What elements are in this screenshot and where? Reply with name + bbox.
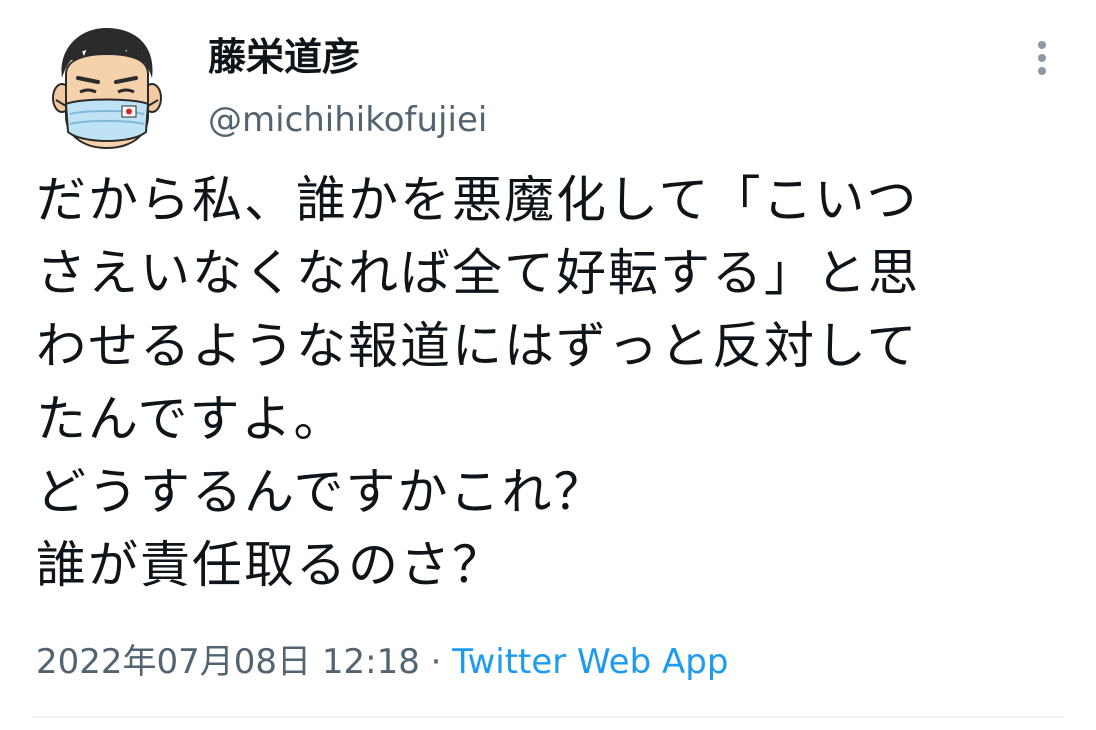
tweet-text: だから私、誰かを悪魔化して「こいつ さえいなくなれば全て好転する」と思 わせるよ…: [36, 164, 1066, 602]
tweet-text-line: 誰が責任取るのさ？: [36, 536, 504, 594]
more-vertical-icon: [1038, 41, 1046, 75]
tweet-text-line: さえいなくなれば全て好転する」と思: [36, 244, 920, 302]
tweet-text-line: どうするんですかこれ？: [36, 463, 606, 521]
tweet-text-line: だから私、誰かを悪魔化して「こいつ: [36, 171, 919, 229]
tweet-timestamp[interactable]: 2022年07月08日 12:18: [36, 642, 420, 682]
author-display-name[interactable]: 藤栄道彦: [208, 34, 360, 80]
divider: [32, 716, 1064, 718]
more-options-button[interactable]: [1020, 36, 1064, 80]
avatar[interactable]: [40, 20, 174, 154]
tweet-metadata: 2022年07月08日 12:18 · Twitter Web App: [36, 638, 728, 686]
tweet: 藤栄道彦 @michihikofujiei だから私、誰かを悪魔化して「こいつ …: [0, 0, 1096, 730]
tweet-text-line: たんですよ。: [36, 390, 346, 448]
tweet-text-line: わせるような報道にはずっと反対して: [36, 317, 919, 375]
author-handle[interactable]: @michihikofujiei: [208, 98, 487, 142]
meta-separator: ·: [419, 642, 453, 682]
cartoon-avatar-masked-man-icon: [40, 20, 174, 154]
tweet-source-link[interactable]: Twitter Web App: [452, 642, 728, 682]
